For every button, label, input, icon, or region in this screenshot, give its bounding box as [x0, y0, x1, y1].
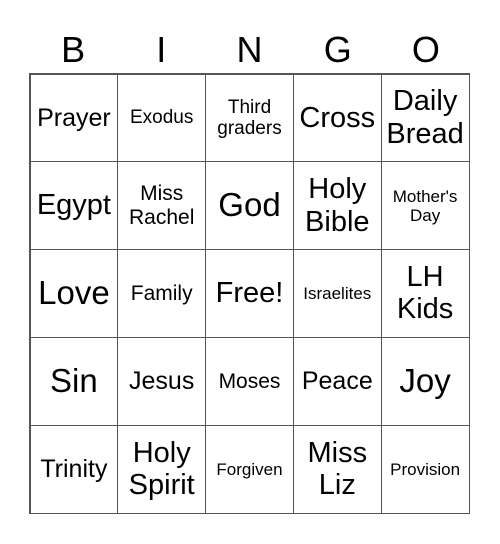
bingo-cell[interactable]: Third graders	[205, 73, 294, 163]
bingo-cell[interactable]: Holy Bible	[292, 161, 382, 251]
bingo-cell[interactable]: Daily Bread	[380, 73, 470, 163]
bingo-grid: Prayer Exodus Third graders Cross Daily …	[29, 73, 470, 514]
bingo-header: B I N G O	[29, 26, 470, 73]
header-letter-b: B	[61, 29, 86, 70]
bingo-cell[interactable]: Holy Spirit	[117, 424, 207, 514]
bingo-cell[interactable]: Jesus	[117, 336, 207, 426]
bingo-cell[interactable]: Cross	[292, 73, 382, 163]
bingo-cell[interactable]: Peace	[292, 336, 382, 426]
header-letter-n: N	[236, 29, 263, 70]
header-letter-i: I	[156, 29, 167, 70]
free-space-cell[interactable]: Free!	[205, 249, 294, 338]
bingo-cell[interactable]: LH Kids	[380, 249, 470, 338]
bingo-cell[interactable]: Provision	[380, 424, 470, 514]
bingo-cell[interactable]: Sin	[29, 336, 119, 426]
bingo-cell[interactable]: Trinity	[29, 424, 119, 514]
bingo-cell[interactable]: Love	[29, 249, 119, 338]
bingo-cell[interactable]: Exodus	[117, 73, 207, 163]
bingo-cell[interactable]: Mother's Day	[380, 161, 470, 251]
bingo-cell[interactable]: Egypt	[29, 161, 119, 251]
bingo-cell[interactable]: Miss Rachel	[117, 161, 207, 251]
bingo-cell[interactable]: Family	[117, 249, 207, 338]
bingo-cell[interactable]: Prayer	[29, 73, 119, 163]
bingo-cell[interactable]: God	[205, 161, 294, 251]
header-letter-g: G	[323, 29, 352, 70]
bingo-cell[interactable]: Joy	[380, 336, 470, 426]
bingo-cell[interactable]: Israelites	[292, 249, 382, 338]
bingo-cell[interactable]: Miss Liz	[292, 424, 382, 514]
header-letter-o: O	[411, 29, 440, 70]
bingo-cell[interactable]: Forgiven	[205, 424, 294, 514]
bingo-cell[interactable]: Moses	[205, 336, 294, 426]
